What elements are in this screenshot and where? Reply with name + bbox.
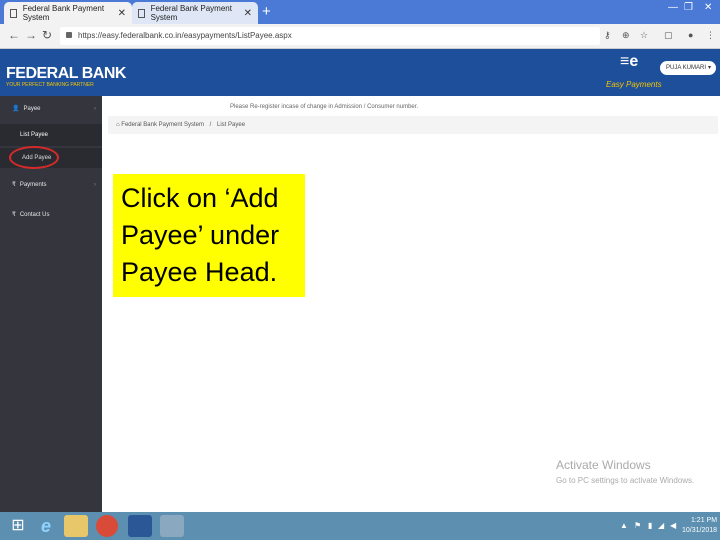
activate-windows-subtitle: Go to PC settings to activate Windows. xyxy=(556,476,695,485)
user-icon: 👤 xyxy=(12,106,20,112)
chevron-right-icon: › xyxy=(94,182,96,188)
user-menu[interactable]: PUJA KUMARI ▾ xyxy=(660,61,716,75)
url-field[interactable]: https://easy.federalbank.co.in/easypayme… xyxy=(60,27,600,45)
activate-windows-title: Activate Windows xyxy=(556,458,651,472)
battery-icon[interactable]: ▮ xyxy=(648,521,652,530)
user-name: PUJA KUMARI xyxy=(666,65,707,71)
clock-date: 10/31/2018 xyxy=(682,527,718,534)
rupee-icon: ₹ xyxy=(12,212,16,218)
browser-tab-2[interactable]: Federal Bank Payment System ✕ xyxy=(132,2,258,24)
document-icon xyxy=(10,8,17,18)
internet-explorer-icon[interactable]: e xyxy=(34,515,58,537)
tab-title: Federal Bank Payment System xyxy=(22,4,105,22)
bank-logo[interactable]: FEDERAL BANK xyxy=(6,65,126,83)
notice-text: Please Re-register incase of change in A… xyxy=(230,104,419,110)
browser-tab-1[interactable]: Federal Bank Payment System ✕ xyxy=(4,2,132,24)
tray-arrow-icon[interactable]: ▲ xyxy=(620,521,628,530)
restore-icon[interactable]: ❐ xyxy=(684,2,693,13)
instruction-callout: Click on ‘Add Payee’ under Payee Head. xyxy=(113,174,305,297)
reload-icon[interactable]: ↻ xyxy=(42,28,52,42)
address-bar-row: ← → ↻ https://easy.federalbank.co.in/eas… xyxy=(0,24,720,49)
extension-icon[interactable]: ▢ xyxy=(664,30,673,41)
breadcrumb: ⌂ Federal Bank Payment System / List Pay… xyxy=(108,116,718,134)
lock-icon xyxy=(66,32,72,38)
forward-icon[interactable]: → xyxy=(25,28,37,42)
volume-icon[interactable]: ◀ xyxy=(670,521,676,530)
home-icon: ⌂ xyxy=(116,122,120,128)
windows-start-icon[interactable]: ⊞ xyxy=(6,515,30,537)
star-icon[interactable]: ☆ xyxy=(640,30,648,41)
minimize-icon[interactable]: — xyxy=(668,2,678,13)
clock[interactable]: 1:21 PM 10/31/2018 xyxy=(682,516,717,536)
document-icon xyxy=(138,8,145,18)
menu-icon[interactable]: ⋮ xyxy=(706,30,715,41)
zoom-icon[interactable]: ⊕ xyxy=(622,30,630,41)
rupee-icon: ₹ xyxy=(12,182,16,188)
network-icon[interactable]: ◢ xyxy=(658,521,664,530)
highlight-circle xyxy=(9,146,59,169)
site-header: FEDERAL BANK YOUR PERFECT BANKING PARTNE… xyxy=(0,49,720,96)
app-icon[interactable] xyxy=(160,515,184,537)
close-window-icon[interactable]: ✕ xyxy=(704,2,712,13)
key-icon[interactable]: ⚷ xyxy=(604,30,611,41)
back-icon[interactable]: ← xyxy=(8,28,20,42)
sidebar-item-label: Contact Us xyxy=(19,212,50,218)
taskbar: ⊞ e ▲ ⚑ ▮ ◢ ◀ 1:21 PM 10/31/2018 xyxy=(0,512,720,540)
sidebar-item-payments[interactable]: ₹ Payments › xyxy=(0,178,102,192)
chevron-down-icon: ▾ xyxy=(707,65,711,71)
clock-time: 1:21 PM xyxy=(690,517,718,524)
close-tab-icon[interactable]: ✕ xyxy=(244,8,252,19)
sidebar-item-label: Payee xyxy=(23,106,41,112)
chrome-icon[interactable] xyxy=(96,515,118,537)
sidebar-item-contact-us[interactable]: ₹ Contact Us xyxy=(0,208,102,222)
sidebar-item-label: Payments xyxy=(19,182,47,188)
sidebar-item-list-payee[interactable]: List Payee xyxy=(0,124,102,146)
breadcrumb-current: List Payee xyxy=(217,122,246,128)
chevron-right-icon: › xyxy=(94,106,96,112)
new-tab-icon[interactable]: + xyxy=(262,3,271,20)
tab-title: Federal Bank Payment System xyxy=(150,4,232,22)
close-tab-icon[interactable]: ✕ xyxy=(118,8,126,19)
flag-icon[interactable]: ⚑ xyxy=(634,521,641,530)
browser-tab-bar: Federal Bank Payment System ✕ Federal Ba… xyxy=(0,0,720,24)
word-icon[interactable] xyxy=(128,515,152,537)
profile-icon[interactable]: ● xyxy=(688,30,693,40)
breadcrumb-home[interactable]: Federal Bank Payment System xyxy=(121,122,204,128)
bank-tagline: YOUR PERFECT BANKING PARTNER xyxy=(6,82,94,88)
file-explorer-icon[interactable] xyxy=(64,515,88,537)
breadcrumb-separator: / xyxy=(209,122,212,128)
easy-payments-label: Easy Payments xyxy=(606,80,662,89)
sidebar-item-payee[interactable]: 👤 Payee › xyxy=(0,102,102,116)
easy-payments-logo-icon: ≡e xyxy=(620,53,639,70)
